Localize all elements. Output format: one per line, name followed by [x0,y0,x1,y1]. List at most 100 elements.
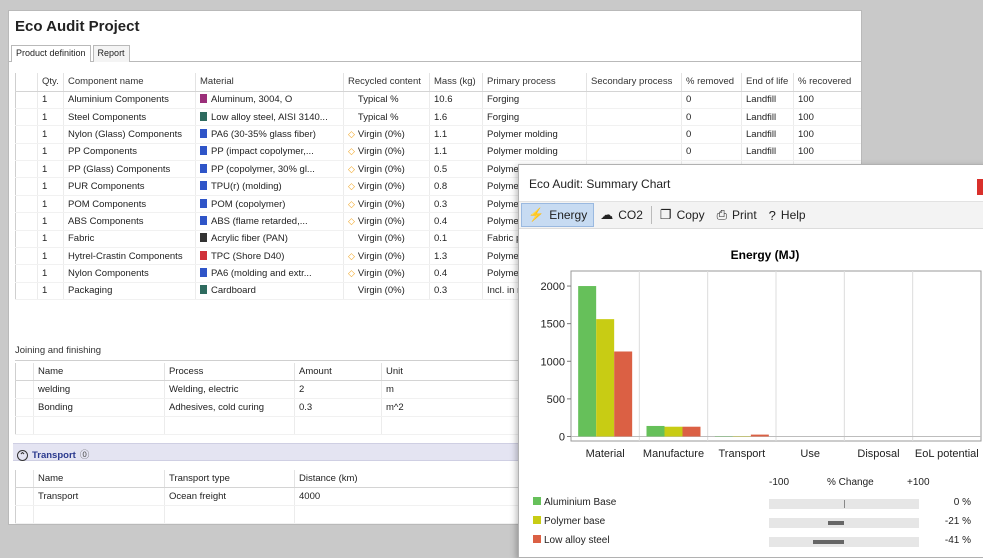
co2-button[interactable]: ☁ CO2 [594,203,649,227]
primary-process-cell[interactable]: Polymer molding [482,143,587,162]
material-cell[interactable]: Cardboard [195,282,344,301]
material-cell[interactable]: Acrylic fiber (PAN) [195,230,344,249]
table-row[interactable]: 1 Nylon (Glass) Components PA6 (30-35% gla… [15,125,861,144]
mass-cell[interactable]: 0.3 [429,195,483,214]
amount-cell[interactable]: 0.3 [294,398,382,417]
recycled-content-cell[interactable]: ◇Virgin (0%) [343,177,430,196]
recycled-content-cell[interactable]: ◇Virgin (0%) [343,264,430,283]
table-row[interactable]: Bonding Adhesives, cold curing 0.3 m^2 [15,398,522,417]
column-header[interactable] [15,73,38,92]
transport-name-cell[interactable]: Transport [33,487,165,506]
empty-cell[interactable] [381,416,522,435]
removed-cell[interactable]: 0 [681,143,742,162]
component-name-cell[interactable]: Steel Components [63,108,196,127]
tab-product-definition[interactable]: Product definition [11,45,91,62]
mass-cell[interactable]: 0.5 [429,160,483,179]
material-cell[interactable]: PA6 (molding and extr... [195,264,344,283]
component-name-cell[interactable]: Fabric [63,230,196,249]
column-header[interactable]: % recovered [793,73,861,92]
distance-cell[interactable]: 4000 [294,487,522,506]
material-cell[interactable]: ABS (flame retarded,... [195,212,344,231]
component-name-cell[interactable]: Aluminium Components [63,91,196,109]
tab-report[interactable]: Report [92,45,130,62]
copy-button[interactable]: ❐ Copy [654,203,711,227]
empty-cell[interactable] [164,505,295,524]
component-name-cell[interactable]: ABS Components [63,212,196,231]
recycled-content-cell[interactable]: ◇Virgin (0%) [343,247,430,266]
column-header[interactable]: Secondary process [586,73,682,92]
qty-cell[interactable]: 1 [37,230,64,249]
component-name-cell[interactable]: PP Components [63,143,196,162]
recycled-content-cell[interactable]: ◇Typical % [343,108,430,127]
component-name-cell[interactable]: PUR Components [63,177,196,196]
qty-cell[interactable]: 1 [37,247,64,266]
column-header[interactable] [15,363,34,381]
column-header[interactable]: Distance (km) [294,470,522,488]
amount-cell[interactable]: 2 [294,380,382,399]
joining-name-cell[interactable]: welding [33,380,165,399]
mass-cell[interactable]: 0.4 [429,212,483,231]
recovered-cell[interactable]: 100 [793,108,861,127]
recycled-content-cell[interactable]: ◇Virgin (0%) [343,143,430,162]
end-of-life-cell[interactable]: Landfill [741,125,794,144]
column-header[interactable]: Component name [63,73,196,92]
recycled-content-cell[interactable]: ◇Virgin (0%) [343,160,430,179]
empty-cell[interactable] [15,505,34,524]
empty-cell[interactable] [294,505,522,524]
recycled-content-cell[interactable]: ◇Virgin (0%) [343,195,430,214]
bar-aluminium-base[interactable] [578,286,597,437]
column-header[interactable]: % removed [681,73,742,92]
removed-cell[interactable]: 0 [681,91,742,109]
recycled-content-cell[interactable]: ◇Virgin (0%) [343,125,430,144]
mass-cell[interactable]: 0.3 [429,282,483,301]
qty-cell[interactable]: 1 [37,264,64,283]
collapse-icon[interactable]: ⌃ [17,450,28,461]
recovered-cell[interactable]: 100 [793,143,861,162]
primary-process-cell[interactable]: Forging [482,108,587,127]
joining-name-cell[interactable]: Bonding [33,398,165,417]
secondary-process-cell[interactable] [586,125,682,144]
component-name-cell[interactable]: Hytrel-Crastin Components [63,247,196,266]
bar-low-alloy-steel[interactable] [750,434,769,437]
component-name-cell[interactable]: Packaging [63,282,196,301]
column-header[interactable]: Recycled content [343,73,430,92]
bar-polymer-base[interactable] [596,319,615,437]
empty-cell[interactable] [33,416,165,435]
mass-cell[interactable]: 1.3 [429,247,483,266]
transport-type-cell[interactable]: Ocean freight [164,487,295,506]
qty-cell[interactable]: 1 [37,177,64,196]
end-of-life-cell[interactable]: Landfill [741,91,794,109]
column-header[interactable]: Unit [381,363,522,381]
table-row[interactable]: 1 PP Components PP (impact copolymer,... ◇ V… [15,143,861,162]
table-row[interactable]: Transport Ocean freight 4000 [15,487,522,506]
help-icon[interactable]: ⓪ [80,450,90,461]
recovered-cell[interactable]: 100 [793,91,861,109]
recycled-content-cell[interactable]: ◇Typical % [343,91,430,109]
empty-cell[interactable] [164,416,295,435]
column-header[interactable]: Name [33,470,165,488]
removed-cell[interactable]: 0 [681,108,742,127]
recycled-content-cell[interactable]: ◇Virgin (0%) [343,212,430,231]
empty-cell[interactable] [294,416,382,435]
bar-polymer-base[interactable] [664,426,683,437]
column-header[interactable]: End of life [741,73,794,92]
mass-cell[interactable]: 1.1 [429,143,483,162]
column-header[interactable]: Transport type [164,470,295,488]
component-name-cell[interactable]: Nylon Components [63,264,196,283]
material-cell[interactable]: TPC (Shore D40) [195,247,344,266]
material-cell[interactable]: PP (copolymer, 30% gl... [195,160,344,179]
removed-cell[interactable]: 0 [681,125,742,144]
column-header[interactable]: Name [33,363,165,381]
column-header[interactable] [15,470,34,488]
end-of-life-cell[interactable]: Landfill [741,143,794,162]
qty-cell[interactable]: 1 [37,160,64,179]
mass-cell[interactable]: 0.1 [429,230,483,249]
process-cell[interactable]: Adhesives, cold curing [164,398,295,417]
help-button[interactable]: ? Help [763,203,812,227]
table-row[interactable] [15,416,522,435]
material-cell[interactable]: PA6 (30-35% glass fiber) [195,125,344,144]
close-button[interactable] [977,179,983,195]
secondary-process-cell[interactable] [586,91,682,109]
secondary-process-cell[interactable] [586,143,682,162]
column-header[interactable]: Mass (kg) [429,73,483,92]
